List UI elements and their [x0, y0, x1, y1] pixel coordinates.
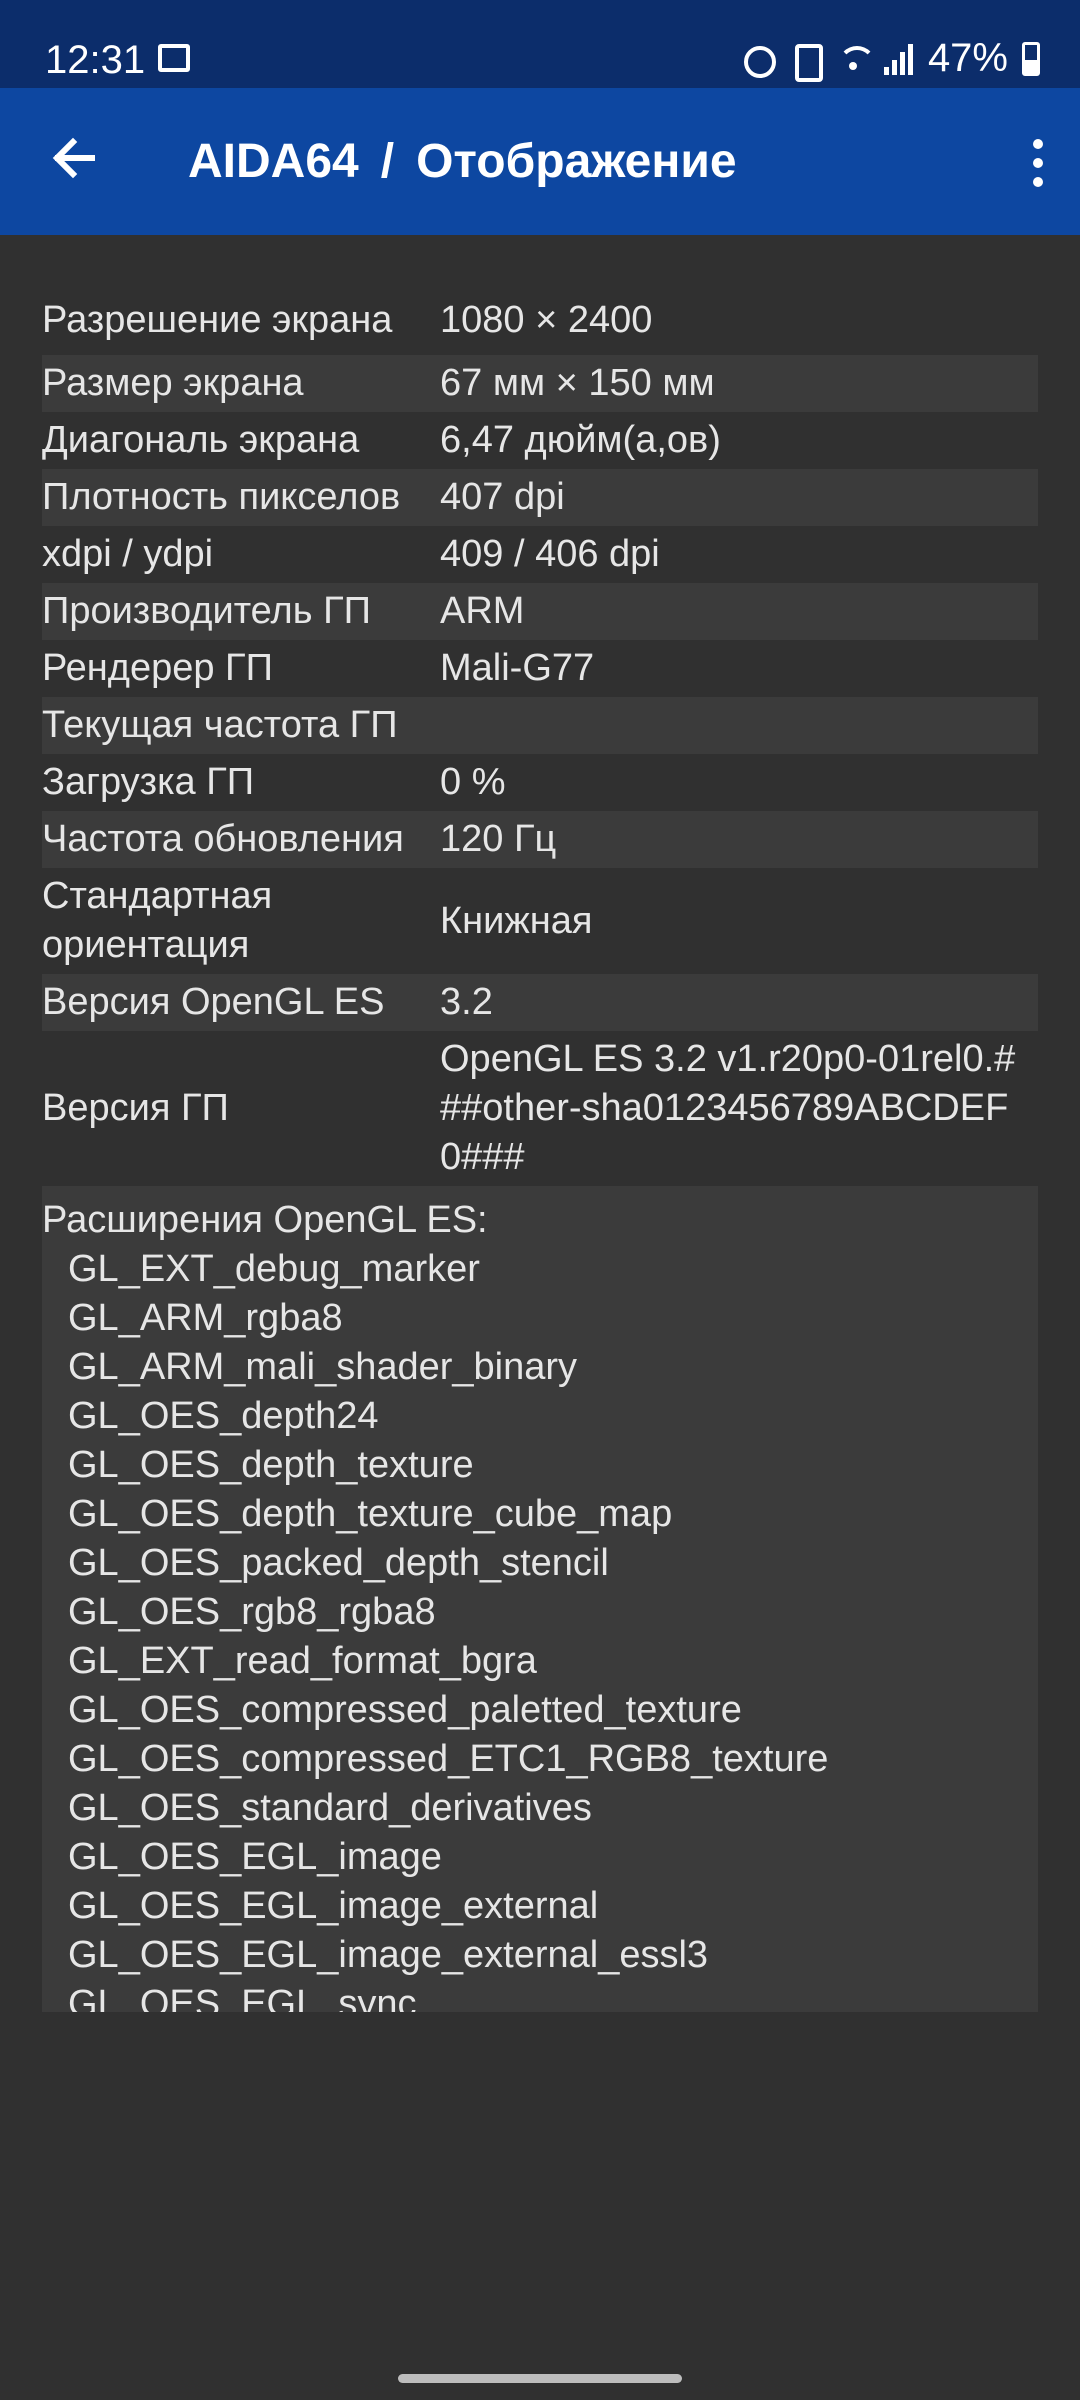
row-value: OpenGL ES 3.2 v1.r20p0-01rel0.###other-s…	[440, 1038, 1016, 1178]
row-gpu-clock: Текущая частота ГП	[42, 697, 1038, 754]
signal-icon	[883, 43, 914, 75]
extension-item: GL_EXT_read_format_bgra	[68, 1640, 537, 1682]
row-resolution: Разрешение экрана 1080 × 2400	[42, 286, 1038, 355]
row-label: Производитель ГП	[42, 590, 371, 632]
battery-icon	[1022, 41, 1040, 76]
row-label: Версия OpenGL ES	[42, 981, 385, 1023]
row-value: 407 dpi	[440, 476, 565, 518]
row-value: 409 / 406 dpi	[440, 533, 660, 575]
extension-item: GL_ARM_rgba8	[68, 1297, 343, 1339]
extension-item: GL_OES_EGL_sync	[68, 1983, 417, 2012]
wifi-icon	[836, 42, 876, 76]
row-gpu-load: Загрузка ГП 0 %	[42, 754, 1038, 811]
row-value: Книжная	[440, 899, 593, 942]
row-label: Текущая частота ГП	[42, 704, 398, 746]
opengl-extensions: Расширения OpenGL ES: GL_EXT_debug_marke…	[42, 1186, 1038, 2012]
app-bar: AIDA64 / Отображение	[0, 88, 1080, 235]
display-info-list: Разрешение экрана 1080 × 2400 Размер экр…	[42, 286, 1038, 2012]
extension-item: GL_OES_compressed_ETC1_RGB8_texture	[68, 1738, 829, 1780]
section-name: Отображение	[416, 135, 737, 188]
extension-item: GL_OES_depth24	[68, 1395, 379, 1437]
extension-item: GL_OES_standard_derivatives	[68, 1787, 592, 1829]
row-label: Разрешение экрана	[42, 299, 393, 341]
row-value: ARM	[440, 590, 525, 632]
extension-item: GL_OES_packed_depth_stencil	[68, 1542, 609, 1584]
row-label: Плотность пикселов	[42, 476, 401, 518]
row-label: Размер экрана	[42, 362, 304, 404]
app-name: AIDA64	[188, 135, 359, 188]
row-screen-size: Размер экрана 67 мм × 150 мм	[42, 355, 1038, 412]
alarm-icon	[740, 42, 776, 78]
row-value: 120 Гц	[440, 818, 557, 860]
extension-item: GL_ARM_mali_shader_binary	[68, 1346, 578, 1388]
overflow-menu-button[interactable]	[1018, 128, 1058, 198]
navigation-handle[interactable]	[398, 2374, 682, 2383]
extension-item: GL_EXT_debug_marker	[68, 1248, 480, 1290]
row-value: 3.2	[440, 981, 493, 1023]
clipboard-icon	[788, 42, 823, 82]
row-label: xdpi / ydpi	[42, 533, 214, 575]
status-bar: 12:31 47%	[0, 0, 1080, 88]
row-label: Загрузка ГП	[42, 761, 255, 803]
battery-percent: 47%	[927, 36, 1008, 80]
row-label: Диагональ экрана	[42, 419, 360, 461]
row-diagonal: Диагональ экрана 6,47 дюйм(а,ов)	[42, 412, 1038, 469]
gallery-notification-icon	[158, 44, 190, 72]
extensions-list: GL_EXT_debug_marker GL_ARM_rgba8 GL_ARM_ma…	[42, 1245, 1038, 2012]
row-density: Плотность пикселов 407 dpi	[42, 469, 1038, 526]
status-time: 12:31	[45, 38, 146, 82]
row-label: Версия ГП	[42, 1087, 229, 1129]
extension-item: GL_OES_rgb8_rgba8	[68, 1591, 436, 1633]
row-value: Mali-G77	[440, 647, 595, 689]
arrow-left-icon	[52, 137, 95, 179]
extension-item: GL_OES_EGL_image_external	[68, 1885, 599, 1927]
page-title: AIDA64 / Отображение	[188, 134, 737, 189]
title-separator: /	[380, 135, 395, 188]
row-value: 1080 × 2400	[440, 299, 653, 341]
row-label: Частота обновления	[42, 818, 404, 860]
row-gpu-version: Версия ГП OpenGL ES 3.2 v1.r20p0-01rel0.…	[42, 1031, 1038, 1186]
row-gpu-renderer: Рендерер ГП Mali-G77	[42, 640, 1038, 697]
row-xdpi-ydpi: xdpi / ydpi 409 / 406 dpi	[42, 526, 1038, 583]
extension-item: GL_OES_compressed_paletted_texture	[68, 1689, 742, 1731]
extension-item: GL_OES_depth_texture_cube_map	[68, 1493, 673, 1535]
row-label: Рендерер ГП	[42, 647, 273, 689]
more-vert-icon	[1033, 139, 1043, 149]
row-label: Стандартная ориентация	[42, 875, 273, 966]
extension-item: GL_OES_EGL_image	[68, 1836, 442, 1878]
extension-item: GL_OES_depth_texture	[68, 1444, 474, 1486]
row-value: 6,47 дюйм(а,ов)	[440, 419, 721, 461]
row-value: 0 %	[440, 761, 506, 803]
extensions-title: Расширения OpenGL ES:	[42, 1199, 488, 1241]
back-button[interactable]	[40, 123, 110, 193]
extension-item: GL_OES_EGL_image_external_essl3	[68, 1934, 709, 1976]
row-gpu-vendor: Производитель ГП ARM	[42, 583, 1038, 640]
row-orientation: Стандартная ориентация Книжная	[42, 868, 1038, 974]
row-value: 67 мм × 150 мм	[440, 362, 715, 404]
status-icons: 47%	[740, 36, 1040, 82]
row-refresh-rate: Частота обновления 120 Гц	[42, 811, 1038, 868]
row-opengl-version: Версия OpenGL ES 3.2	[42, 974, 1038, 1031]
